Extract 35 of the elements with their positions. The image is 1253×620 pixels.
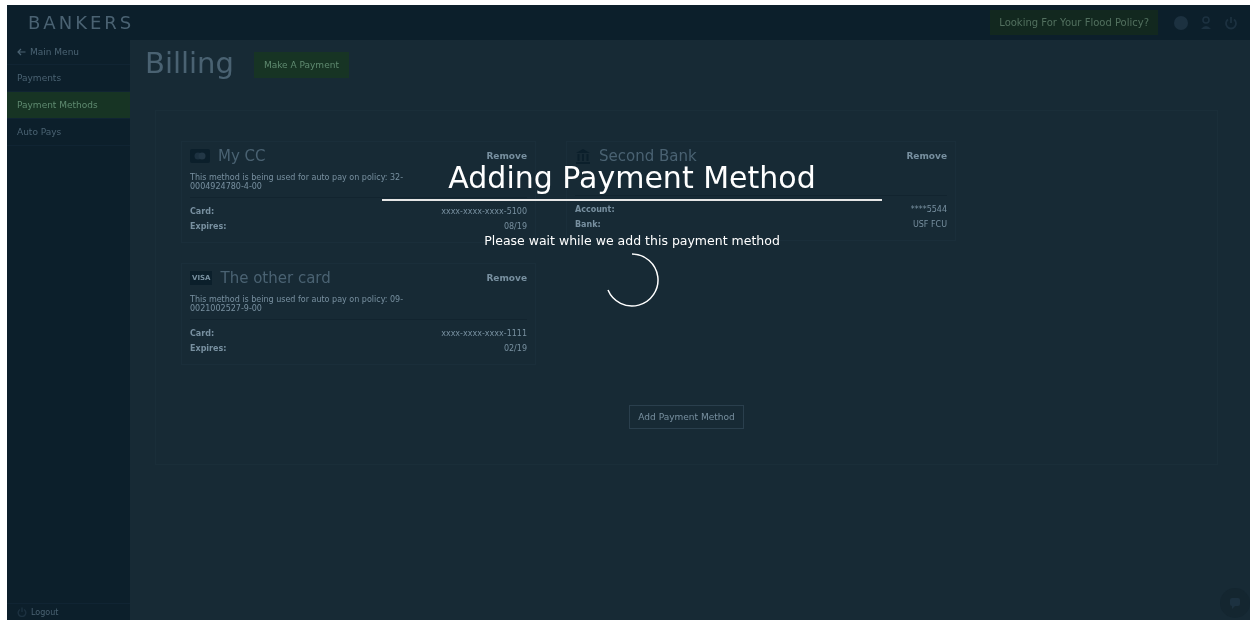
loading-spinner-icon xyxy=(604,252,660,308)
flood-policy-button[interactable]: Looking For Your Flood Policy? xyxy=(990,10,1158,35)
arrow-left-icon xyxy=(17,48,26,56)
field-value: xxxx-xxxx-xxxx-5100 xyxy=(441,207,527,216)
card-name: My CC xyxy=(218,147,267,165)
sidebar-item[interactable]: Auto Pays xyxy=(7,119,130,146)
credit-card-icon xyxy=(190,149,210,163)
field-label: Bank: xyxy=(575,220,601,229)
wait-message: Please wait while we add this payment method xyxy=(484,233,780,248)
field-value: 08/19 xyxy=(503,222,527,231)
sidebar-item[interactable]: Payment Methods xyxy=(7,92,130,119)
field-label: Expires: xyxy=(190,222,227,231)
logo: BANKERS xyxy=(28,12,135,33)
field-label: Card: xyxy=(190,329,215,338)
field-label: Expires: xyxy=(190,344,227,353)
main-menu-link[interactable]: Main Menu xyxy=(7,40,130,65)
add-payment-method-button[interactable]: Add Payment Method xyxy=(629,405,744,429)
remove-link[interactable]: Remove xyxy=(906,151,947,161)
field-label: Account: xyxy=(575,205,615,214)
logout-link[interactable]: Logout xyxy=(7,603,130,620)
auto-pay-note: This method is being used for auto pay on policy: 09-0021002527-9-00 xyxy=(190,295,405,313)
card-name: The other card xyxy=(220,269,332,287)
remove-link[interactable]: Remove xyxy=(486,151,527,161)
card-name: Second Bank xyxy=(599,147,698,165)
field-value: 02/19 xyxy=(503,344,527,353)
make-payment-button[interactable]: Make A Payment xyxy=(253,52,349,78)
field-value: xxxx-xxxx-xxxx-1111 xyxy=(441,329,527,338)
page-title: Billing xyxy=(145,46,234,80)
field-value: USF FCU xyxy=(912,220,947,229)
remove-link[interactable]: Remove xyxy=(486,273,527,283)
chat-button[interactable] xyxy=(1220,588,1250,618)
auto-pay-note: This method is being used for auto pay on policy: 32-0004924780-4-00 xyxy=(190,173,405,191)
logout-label: Logout xyxy=(31,607,59,617)
field-value: ****5544 xyxy=(910,205,947,214)
field-label: Card: xyxy=(190,207,215,216)
